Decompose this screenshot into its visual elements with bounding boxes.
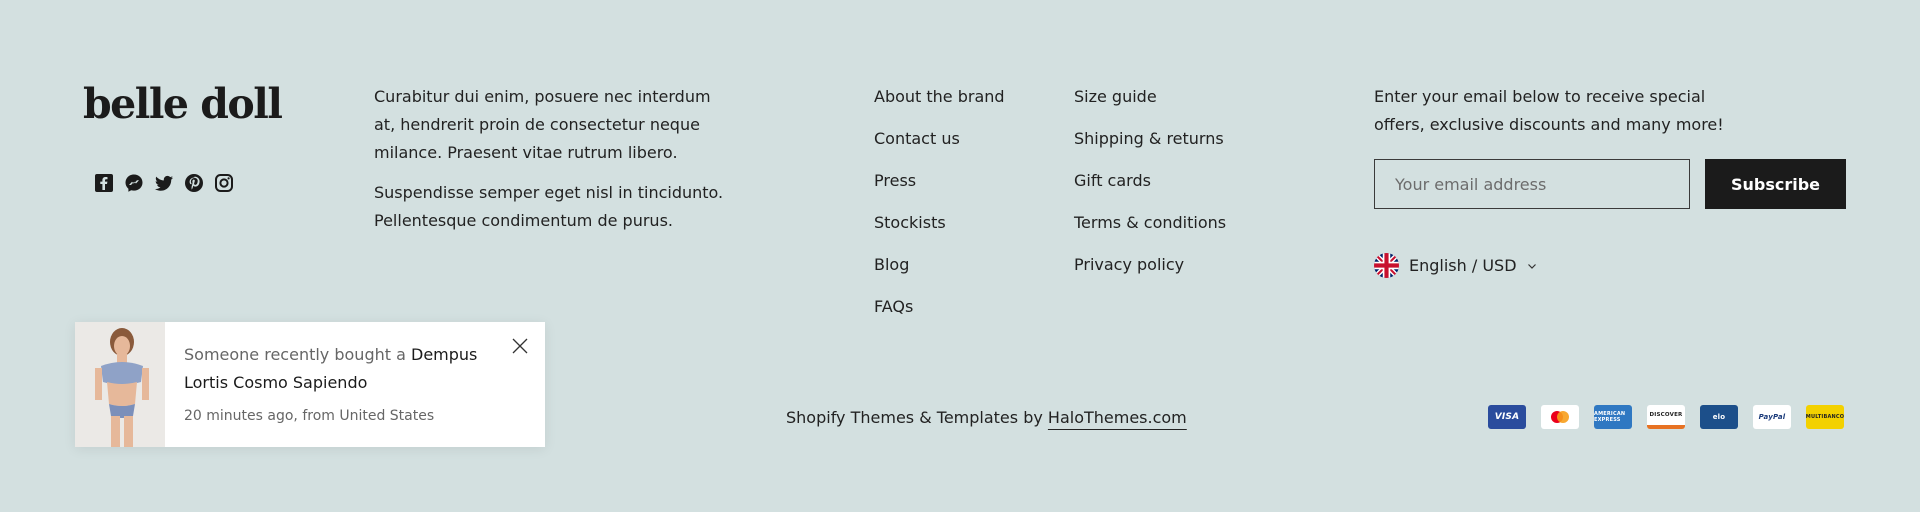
footer-link-stockists[interactable]: Stockists	[874, 209, 1005, 237]
locale-label: English / USD	[1409, 256, 1517, 275]
popup-meta: 20 minutes ago, from United States	[184, 408, 435, 424]
footer-links-company: About the brand Contact us Press Stockis…	[874, 83, 1005, 335]
footer-links-help: Size guide Shipping & returns Gift cards…	[1074, 83, 1226, 293]
footer-link-press[interactable]: Press	[874, 167, 1005, 195]
elo-icon: elo	[1700, 405, 1738, 429]
footer-link-size-guide[interactable]: Size guide	[1074, 83, 1226, 111]
popup-message-prefix: Someone recently bought a	[184, 345, 411, 364]
paypal-icon: PayPal	[1753, 405, 1791, 429]
instagram-icon[interactable]	[214, 173, 234, 193]
popup-message: Someone recently bought a Dempus Lortis …	[184, 341, 494, 397]
newsletter: Enter your email below to receive specia…	[1374, 83, 1846, 278]
messenger-icon[interactable]	[124, 173, 144, 193]
chevron-down-icon	[1527, 256, 1537, 275]
mastercard-icon	[1541, 405, 1579, 429]
multibanco-icon: MULTIBANCO	[1806, 405, 1844, 429]
about-paragraph-1: Curabitur dui enim, posuere nec interdum…	[374, 87, 711, 162]
newsletter-text: Enter your email below to receive specia…	[1374, 87, 1724, 134]
brand-logo[interactable]: belle doll	[83, 80, 283, 128]
halothemes-link[interactable]: HaloThemes.com	[1048, 408, 1187, 427]
subscribe-button[interactable]: Subscribe	[1705, 159, 1846, 209]
about-text: Curabitur dui enim, posuere nec interdum…	[374, 83, 734, 235]
footer-link-gift-cards[interactable]: Gift cards	[1074, 167, 1226, 195]
footer-link-privacy[interactable]: Privacy policy	[1074, 251, 1226, 279]
footer-link-blog[interactable]: Blog	[874, 251, 1005, 279]
visa-icon: VISA	[1488, 405, 1526, 429]
footer-link-faqs[interactable]: FAQs	[874, 293, 1005, 321]
footer-link-contact[interactable]: Contact us	[874, 125, 1005, 153]
footer-link-terms[interactable]: Terms & conditions	[1074, 209, 1226, 237]
about-paragraph-2: Suspendisse semper eget nisl in tincidun…	[374, 183, 724, 230]
footer-link-about[interactable]: About the brand	[874, 83, 1005, 111]
pinterest-icon[interactable]	[184, 173, 204, 193]
payment-methods: VISA AMERICAN EXPRESS DISCOVER elo PayPa…	[1488, 405, 1844, 429]
email-input[interactable]	[1374, 159, 1690, 209]
close-icon[interactable]	[510, 336, 530, 356]
copyright: Shopify Themes & Templates by HaloThemes…	[786, 406, 1187, 430]
copyright-prefix: Shopify Themes & Templates by	[786, 408, 1048, 427]
social-links	[94, 173, 234, 193]
discover-icon: DISCOVER	[1647, 405, 1685, 429]
recent-purchase-popup[interactable]: Someone recently bought a Dempus Lortis …	[75, 322, 545, 447]
facebook-icon[interactable]	[94, 173, 114, 193]
subscribe-form: Subscribe	[1374, 159, 1846, 209]
product-thumbnail[interactable]	[75, 322, 165, 447]
footer-link-shipping[interactable]: Shipping & returns	[1074, 125, 1226, 153]
twitter-icon[interactable]	[154, 173, 174, 193]
popup-body: Someone recently bought a Dempus Lortis …	[165, 322, 545, 447]
amex-icon: AMERICAN EXPRESS	[1594, 405, 1632, 429]
uk-flag-icon	[1374, 253, 1399, 278]
language-currency-selector[interactable]: English / USD	[1374, 253, 1846, 278]
